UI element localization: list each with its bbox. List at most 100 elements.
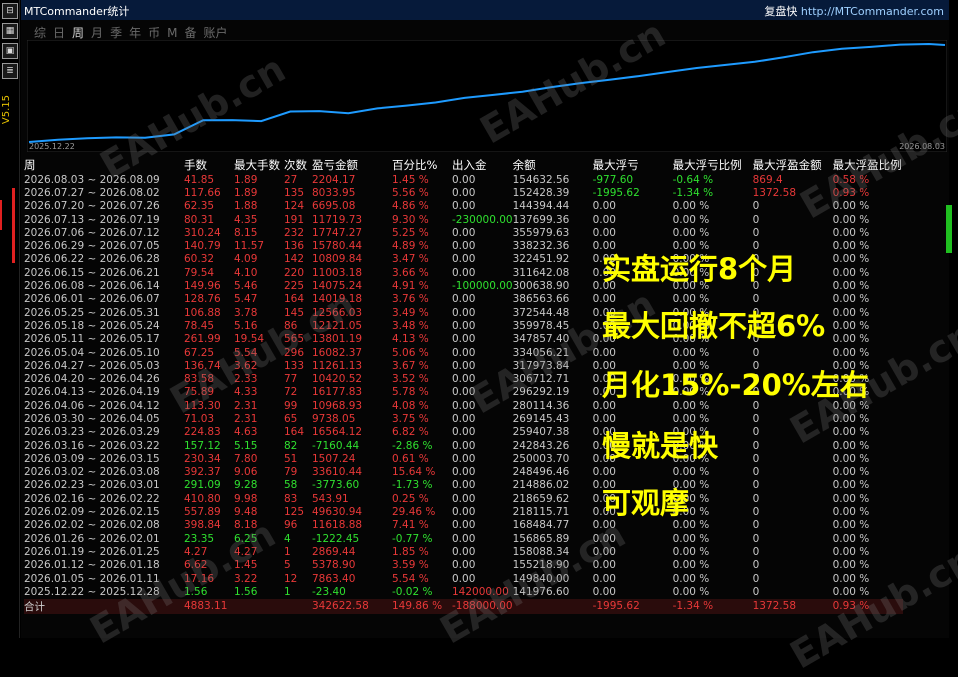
table-row[interactable]: 2026.08.03 ~ 2026.08.09 41.85 1.89 27 2204.1… [24,173,903,186]
table-cell: 0.00 [452,426,476,439]
table-row[interactable]: 2026.02.16 ~ 2026.02.22 410.80 9.98 83 543.9… [24,492,903,505]
table-cell: 4.63 [234,426,258,439]
table-cell: 2026.01.19 ~ 2026.01.25 [24,545,160,558]
table-cell: 65 [284,412,298,425]
table-cell: 0.00 % [832,506,870,519]
table-row[interactable]: 2026.05.04 ~ 2026.05.10 67.25 5.54 296 16082… [24,346,903,359]
table-cell: 125 [284,506,305,519]
table-cell: 0.00 % [832,559,870,572]
table-row[interactable]: 2026.03.09 ~ 2026.03.15 230.34 7.80 51 1507.… [24,452,903,465]
table-row[interactable]: 2026.02.09 ~ 2026.02.15 557.89 9.48 125 4963… [24,505,903,518]
table-row[interactable]: 2026.03.02 ~ 2026.03.08 392.37 9.06 79 33610… [24,466,903,479]
column-header[interactable]: 次数 [284,157,312,173]
minimize-icon[interactable]: ⊟ [2,3,18,19]
table-cell: 79 [284,466,298,479]
brand-link[interactable]: 复盘快 http://MTCommander.com [764,3,944,19]
table-row[interactable]: 2026.03.30 ~ 2026.04.05 71.03 2.31 65 9738.0… [24,412,903,425]
table-cell: 2026.02.23 ~ 2026.03.01 [24,479,160,492]
period-tabs: 综日周月季年币 M 备账户 [34,24,235,41]
table-cell: 2026.03.09 ~ 2026.03.15 [24,452,160,465]
column-header[interactable]: 最大浮亏比例 [673,157,753,173]
table-row[interactable]: 2026.07.13 ~ 2026.07.19 80.31 4.35 191 11719… [24,213,903,226]
column-header[interactable]: 最大手数 [234,157,284,173]
table-cell: 1.89 [234,173,258,186]
column-header[interactable]: 盈亏金额 [312,157,392,173]
table-cell: 2026.03.23 ~ 2026.03.29 [24,426,160,439]
table-cell: 9.98 [234,492,258,505]
table-row[interactable]: 2026.07.27 ~ 2026.08.02 117.66 1.89 135 8033… [24,186,903,199]
column-header[interactable]: 出入金 [452,157,513,173]
table-cell: 2026.03.30 ~ 2026.04.05 [24,412,160,425]
table-row[interactable]: 2026.01.12 ~ 2026.01.18 6.62 1.45 5 5378.90 3… [24,559,903,572]
table-cell: 392.37 [184,466,221,479]
tab-4[interactable]: 季 [110,24,122,41]
table-cell: 2026.03.16 ~ 2026.03.22 [24,439,160,452]
tab-2[interactable]: 周 [72,24,84,41]
tab-0[interactable]: 综 [34,24,46,41]
table-cell: -230000.00 [452,213,513,226]
tab-7[interactable]: M [167,26,177,40]
table-cell: 0 [752,532,760,545]
table-row[interactable]: 2026.01.19 ~ 2026.01.25 4.27 4.27 1 2869.44 1… [24,545,903,558]
table-cell: 0.00 % [832,266,870,279]
table-cell: 80.31 [184,213,215,226]
table-cell: 0.00 [452,492,476,505]
tab-6[interactable]: 币 [148,24,160,41]
table-cell: 5.46 [234,280,258,293]
table-cell: 2026.07.13 ~ 2026.07.19 [24,213,160,226]
version-label: V5.15 [1,95,12,125]
table-cell: -3773.60 [312,479,360,492]
table-cell: 2869.44 [312,545,356,558]
tab-8[interactable]: 备 [184,24,196,41]
table-row[interactable]: 2026.02.23 ~ 2026.03.01 291.09 9.28 58 -3773… [24,479,903,492]
tab-5[interactable]: 年 [129,24,141,41]
column-header[interactable]: 手数 [184,157,234,173]
total-cell: -1995.62 [592,598,673,614]
table-cell: 0.00 % [832,333,870,346]
table-cell: 214886.02 [512,479,570,492]
table-cell: 0.00 % [832,452,870,465]
column-header[interactable]: 百分比% [392,157,452,173]
table-row[interactable]: 2026.03.16 ~ 2026.03.22 157.12 5.15 82 -7160… [24,439,903,452]
table-row[interactable]: 2026.03.23 ~ 2026.03.29 224.83 4.63 164 1656… [24,426,903,439]
table-cell: -1222.45 [312,532,360,545]
table-cell: 11003.18 [312,266,363,279]
table-cell: 0.00 [452,240,476,253]
table-cell: 0.00 [452,173,476,186]
table-row[interactable]: 2026.01.26 ~ 2026.02.01 23.35 6.25 4 -1222.4… [24,532,903,545]
tab-1[interactable]: 日 [53,24,65,41]
column-header[interactable]: 最大浮盈金额 [753,157,833,173]
total-cell [284,598,312,614]
table-row[interactable]: 2026.07.20 ~ 2026.07.26 62.35 1.88 124 6695.… [24,200,903,213]
table-cell: 232 [284,226,305,239]
table-cell: 77 [284,373,298,386]
table-row[interactable]: 2026.02.02 ~ 2026.02.08 398.84 8.18 96 11618… [24,519,903,532]
table-cell: 142 [284,253,305,266]
table-row[interactable]: 2026.07.06 ~ 2026.07.12 310.24 8.15 232 1774… [24,226,903,239]
list-icon[interactable]: ≣ [2,63,18,79]
grid-icon[interactable]: ▦ [2,23,18,39]
column-header[interactable]: 最大浮亏 [593,157,673,173]
tab-9[interactable]: 账户 [203,24,227,41]
panel-icon[interactable]: ▣ [2,43,18,59]
table-cell: 2026.05.11 ~ 2026.05.17 [24,333,160,346]
table-cell: 33610.44 [312,466,363,479]
table-cell: 0.00 [452,253,476,266]
table-cell: 0 [752,346,760,359]
total-cell [234,598,284,614]
brand-url[interactable]: http://MTCommander.com [801,5,944,18]
table-cell: 4.08 % [392,399,429,412]
table-cell: 0 [752,585,760,598]
table-cell: 11261.13 [312,359,363,372]
table-cell: 78.45 [184,319,215,332]
column-header[interactable]: 余额 [513,157,593,173]
table-cell: 11719.73 [312,213,363,226]
table-cell: 300638.90 [512,280,570,293]
table-cell: 9.28 [234,479,258,492]
overlay-line-2: 最大回撤不超6% [602,309,826,343]
table-cell: 5.78 % [392,386,429,399]
table-cell: 218115.71 [512,506,570,519]
tab-3[interactable]: 月 [91,24,103,41]
table-cell: 2026.06.01 ~ 2026.06.07 [24,293,160,306]
table-cell: 6.82 % [392,426,429,439]
